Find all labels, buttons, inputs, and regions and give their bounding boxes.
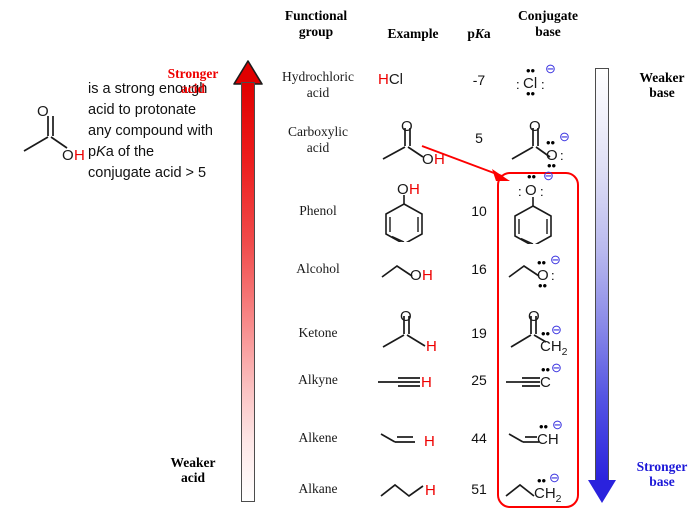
ketone-acidic-h: H [426,338,437,355]
alkyl-anion-negative-charge: ⊖ [549,470,560,485]
carboxyl-acidic-h: H [434,151,445,168]
base-vinyl-carbanion: CH [537,431,559,448]
column-header-example: Example [387,26,439,41]
table-row: Hydrochloric acid [271,69,365,101]
alcohol-acidic-h: H [422,267,433,284]
example-alkene-structure [380,433,415,443]
acetylide-negative-charge: ⊖ [551,360,562,375]
vinyl-anion-negative-charge: ⊖ [552,417,563,432]
group-label: Carboxylic [288,124,348,139]
group-label-2: acid [306,140,330,155]
chloride-lone-pair-right: : [541,77,545,92]
pka-value: -7 [472,72,486,88]
column-header-functional-group: Functional group [271,8,361,40]
acidic-h: H [378,71,389,88]
blurb-line-2: acid to protonate [88,102,197,118]
carbanion-subscript: 2 [555,493,562,505]
pka-value: 16 [471,261,487,277]
table-row: Phenol [271,203,365,219]
blurb-line-3: any compound with [88,123,213,139]
header-line-2: group [298,24,334,39]
base-acetylide-carbanion: C [540,374,551,391]
group-label: Alkane [298,481,338,496]
acetic-acid-carbonyl-o: O [37,103,49,120]
pka-acidity-chart: { "title_note": "pKa / acidity compariso… [0,0,700,524]
carboxyl-carbonyl-o: O [401,118,413,135]
ketone-carbonyl-o: O [400,308,412,325]
acidity-gradient-bar [241,82,255,502]
group-label-2: acid [306,85,330,100]
group-label: Alkyne [298,372,338,387]
group-label: Alcohol [296,261,340,276]
alkene-acidic-h: H [424,433,435,450]
pka-value: 25 [471,372,487,388]
phenoxide-negative-charge: ⊖ [543,168,554,183]
ethoxide-negative-charge: ⊖ [550,252,561,267]
stronger-base-arrowhead [588,480,616,503]
chloride-lone-pair-bottom: •• [526,86,536,101]
group-label: Phenol [299,203,337,218]
carboxylate-negative-charge: ⊖ [559,129,570,144]
example-alkane-structure [380,483,424,498]
pka-value: 19 [471,325,487,341]
ethoxide-lone-pair-bottom: •• [538,278,548,293]
example-phenol-ring [385,195,423,242]
group-label: Ketone [298,325,338,340]
alcohol-hydroxyl-o: O [410,267,422,284]
table-row: Alkyne [271,372,365,388]
weaker-acid-label: Weaker acid [170,455,216,485]
column-header-conjugate-base: Conjugate base [518,8,578,39]
carboxylate-carbonyl-o: O [529,118,541,135]
table-row: Alcohol [271,261,365,277]
header-line-1: Functional [284,8,348,23]
chlorine-atom: Cl [388,71,404,88]
carboxyl-hydroxyl-o: O [422,151,434,168]
base-phenoxide-ring [514,197,552,244]
carbanion-subscript: 2 [561,346,568,358]
alkyne-acidic-h: H [421,374,432,391]
chloride-negative-charge: ⊖ [545,61,556,76]
acetic-acid-hydroxyl-o: O [62,147,74,164]
example-hcl: HCl [378,72,403,87]
weaker-base-label: Weaker base [639,70,685,100]
group-label: Hydrochloric [282,69,354,84]
stronger-base-label: Stronger base [636,459,688,489]
ethoxide-lone-pair-right: : [551,268,555,283]
column-header-pka: pKa [467,26,491,41]
base-enolate-carbanion: CH2 [540,338,568,358]
pka-value: 51 [471,481,487,497]
alkane-acidic-h: H [425,482,436,499]
carboxylate-lone-pair-right: : [560,148,564,163]
chloride-lone-pair-left: : [516,77,520,92]
stronger-acid-label: Stronger acid [167,66,219,96]
base-alkyl-carbanion: CH2 [534,485,562,505]
enolate-carbonyl-o: O [528,308,540,325]
basicity-gradient-bar [595,68,609,482]
pka-value: 44 [471,430,487,446]
acetic-acid-acidic-h: H [74,147,85,164]
pka-value: 10 [471,203,487,219]
blurb-line-4: pKa of the [88,144,155,160]
pka-value: 5 [475,130,483,146]
table-row: Alkene [271,430,365,446]
pka-italic-k: K [474,26,484,41]
enolate-negative-charge: ⊖ [551,322,562,337]
blurb-line-5: conjugate acid > 5 [88,165,207,181]
table-row: Alkane [271,481,365,497]
table-row: Carboxylic acid [271,124,365,156]
group-label: Alkene [298,430,338,445]
table-row: Ketone [271,325,365,341]
